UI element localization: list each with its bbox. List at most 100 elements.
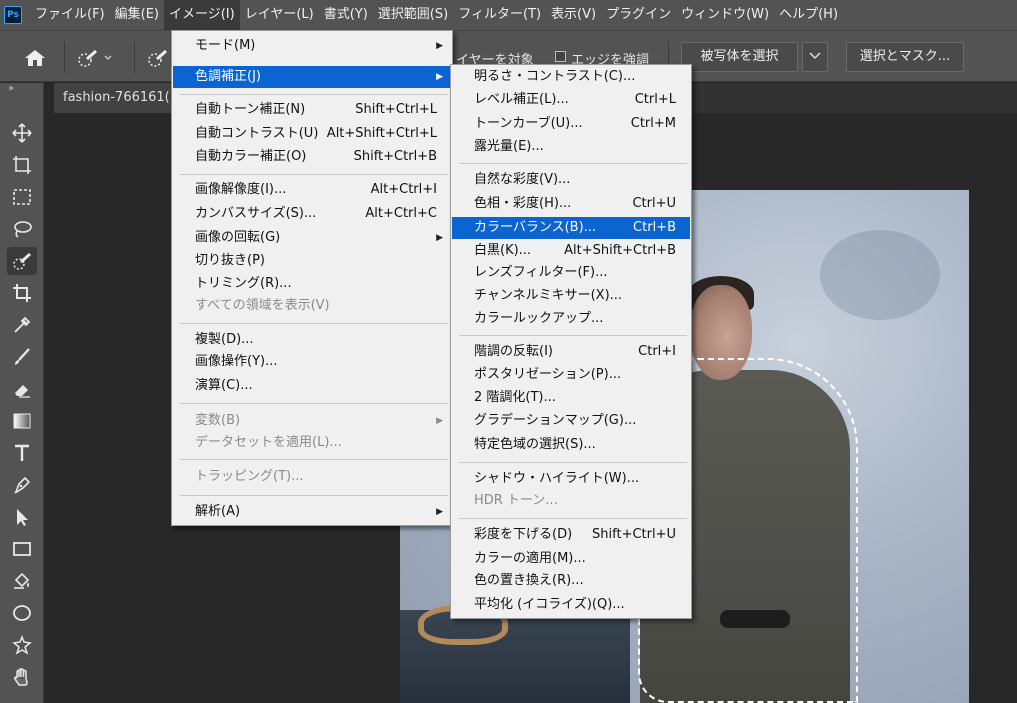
pen-tool-icon[interactable] <box>7 471 37 499</box>
menu-separator <box>459 462 687 463</box>
eraser-tool-icon[interactable] <box>7 375 37 403</box>
adjustments-menu-item[interactable]: ポスタリゼーション(P)... <box>452 364 690 386</box>
adjustments-menu-item[interactable]: 白黒(K)... Alt+Shift+Ctrl+B <box>452 240 690 262</box>
image-menu-item[interactable]: モード(M) ▶ <box>173 35 451 57</box>
menu-help[interactable]: ヘルプ(H) <box>774 0 843 30</box>
tools-panel: » <box>0 83 44 703</box>
image-menu-item[interactable]: カンバスサイズ(S)... Alt+Ctrl+C <box>173 203 451 225</box>
adjustments-menu-item[interactable]: 2 階調化(T)... <box>452 387 690 409</box>
crop-tool-icon[interactable] <box>7 279 37 307</box>
menu-view[interactable]: 表示(V) <box>546 0 601 30</box>
image-menu-item[interactable]: 自動トーン補正(N) Shift+Ctrl+L <box>173 99 451 121</box>
document-tab[interactable]: fashion-766161( <box>54 83 172 113</box>
adjustments-menu-item[interactable]: 露光量(E)... <box>452 136 690 158</box>
paint-bucket-tool-icon[interactable] <box>7 567 37 595</box>
image-menu-item[interactable]: 自動カラー補正(O) Shift+Ctrl+B <box>173 146 451 168</box>
gradient-tool-icon[interactable] <box>7 407 37 435</box>
move-tool-icon[interactable] <box>7 119 37 147</box>
lasso-tool-icon[interactable] <box>7 215 37 243</box>
collapse-panel-icon[interactable]: » <box>8 83 14 94</box>
image-menu-item-label: 画像解像度(I)... <box>195 182 287 197</box>
path-selection-tool-icon[interactable] <box>7 503 37 531</box>
menu-separator <box>459 335 687 336</box>
menu-type[interactable]: 書式(Y) <box>319 0 373 30</box>
adjustments-menu-item-label: シャドウ・ハイライト(W)... <box>474 471 640 486</box>
menu-layer[interactable]: レイヤー(L) <box>240 0 319 30</box>
image-menu-item-shortcut: Alt+Ctrl+I <box>370 182 437 197</box>
image-menu-item[interactable]: 演算(C)... <box>173 375 451 397</box>
home-icon[interactable] <box>22 47 48 69</box>
adjustments-menu-item[interactable]: グラデーションマップ(G)... <box>452 410 690 432</box>
submenu-arrow-icon: ▶ <box>436 72 443 82</box>
adjustments-menu-item-shortcut: Ctrl+B <box>633 220 676 235</box>
type-tool-icon[interactable] <box>7 439 37 467</box>
menu-file[interactable]: ファイル(F) <box>30 0 110 30</box>
image-menu-item[interactable]: 画像操作(Y)... <box>173 351 451 373</box>
image-menu-item[interactable]: トリミング(R)... <box>173 273 451 295</box>
brush-tool-icon[interactable] <box>7 343 37 371</box>
image-menu-item[interactable]: 解析(A) ▶ <box>173 501 451 523</box>
menu-separator <box>180 94 448 95</box>
menu-filter[interactable]: フィルター(T) <box>453 0 546 30</box>
select-subject-button[interactable]: 被写体を選択 <box>681 42 798 72</box>
adjustments-menu-item[interactable]: 明るさ・コントラスト(C)... <box>452 66 690 88</box>
select-and-mask-button[interactable]: 選択とマスク... <box>846 42 964 72</box>
adjustments-menu-item[interactable]: 色相・彩度(H)... Ctrl+U <box>452 193 690 215</box>
marquee-tool-icon[interactable] <box>7 183 37 211</box>
image-menu-item[interactable]: 色調補正(J) ▶ <box>173 66 451 88</box>
adjustments-menu-item[interactable]: カラーの適用(M)... <box>452 548 690 570</box>
menu-image[interactable]: イメージ(I) <box>163 0 240 30</box>
adjustments-menu-item-label: チャンネルミキサー(X)... <box>474 288 623 303</box>
artboard-tool-icon[interactable] <box>7 151 37 179</box>
adjustments-menu-item[interactable]: 色の置き換え(R)... <box>452 570 690 592</box>
adjustments-menu-item[interactable]: トーンカーブ(U)... Ctrl+M <box>452 113 690 135</box>
adjustments-menu-item-label: 色相・彩度(H)... <box>474 196 572 211</box>
image-menu-item[interactable]: 切り抜き(P) <box>173 250 451 272</box>
enhance-edge-checkbox[interactable] <box>555 51 566 62</box>
quick-selection-tool-icon[interactable] <box>7 247 37 275</box>
image-menu-item[interactable]: 自動コントラスト(U) Alt+Shift+Ctrl+L <box>173 123 451 145</box>
adjustments-menu-item[interactable]: チャンネルミキサー(X)... <box>452 285 690 307</box>
custom-shape-tool-icon[interactable] <box>7 631 37 659</box>
adjustments-menu-item[interactable]: 平均化 (イコライズ)(Q)... <box>452 594 690 616</box>
adjustments-menu-item[interactable]: レベル補正(L)... Ctrl+L <box>452 89 690 111</box>
menu-window[interactable]: ウィンドウ(W) <box>676 0 774 30</box>
adjustments-menu-item[interactable]: 彩度を下げる(D) Shift+Ctrl+U <box>452 524 690 546</box>
rectangle-tool-icon[interactable] <box>7 535 37 563</box>
adjustments-menu-item[interactable]: 特定色域の選択(S)... <box>452 434 690 456</box>
adjustments-menu-item[interactable]: カラーバランス(B)... Ctrl+B <box>452 217 690 239</box>
image-menu-item-label: トリミング(R)... <box>195 276 292 291</box>
menu-plugins[interactable]: プラグイン <box>601 0 676 30</box>
image-menu-item-label: 演算(C)... <box>195 378 253 393</box>
image-menu-item-label: 画像操作(Y)... <box>195 354 278 369</box>
submenu-arrow-icon: ▶ <box>436 416 443 426</box>
adjustments-menu-item-label: カラーバランス(B)... <box>474 220 597 235</box>
image-menu-item-label: すべての領域を表示(V) <box>195 298 330 313</box>
menu-edit[interactable]: 編集(E) <box>110 0 164 30</box>
select-subject-dropdown-button[interactable] <box>802 42 828 72</box>
adjustments-menu-item-label: 平均化 (イコライズ)(Q)... <box>474 597 625 612</box>
adjustments-menu-item-label: 白黒(K)... <box>474 243 532 258</box>
ellipse-tool-icon[interactable] <box>7 599 37 627</box>
image-menu-item[interactable]: 複製(D)... <box>173 329 451 351</box>
image-menu-item-label: 自動カラー補正(O) <box>195 149 307 164</box>
hand-tool-icon[interactable] <box>7 663 37 691</box>
eyedropper-tool-icon[interactable] <box>7 311 37 339</box>
image-menu-item-label: 画像の回転(G) <box>195 230 281 245</box>
adjustments-menu-item[interactable]: レンズフィルター(F)... <box>452 262 690 284</box>
image-menu-item: 変数(B) ▶ <box>173 410 451 432</box>
image-menu-item-label: カンバスサイズ(S)... <box>195 206 317 221</box>
adjustments-menu-item[interactable]: 自然な彩度(V)... <box>452 169 690 191</box>
adjustments-menu-item-shortcut: Ctrl+L <box>634 92 676 107</box>
image-menu-item[interactable]: 画像解像度(I)... Alt+Ctrl+I <box>173 179 451 201</box>
image-menu-item-shortcut: Alt+Shift+Ctrl+L <box>326 126 437 141</box>
adjustments-menu-item[interactable]: 階調の反転(I) Ctrl+I <box>452 341 690 363</box>
adjustments-menu-item[interactable]: カラールックアップ... <box>452 308 690 330</box>
image-menu-item-shortcut: Shift+Ctrl+B <box>353 149 437 164</box>
quick-selection-preset-icon[interactable] <box>76 47 114 69</box>
adjustments-menu-item[interactable]: シャドウ・ハイライト(W)... <box>452 468 690 490</box>
image-menu-item[interactable]: 画像の回転(G) ▶ <box>173 227 451 249</box>
menu-select[interactable]: 選択範囲(S) <box>373 0 453 30</box>
adjustments-menu-item-label: ポスタリゼーション(P)... <box>474 367 622 382</box>
menu-separator <box>180 495 448 496</box>
